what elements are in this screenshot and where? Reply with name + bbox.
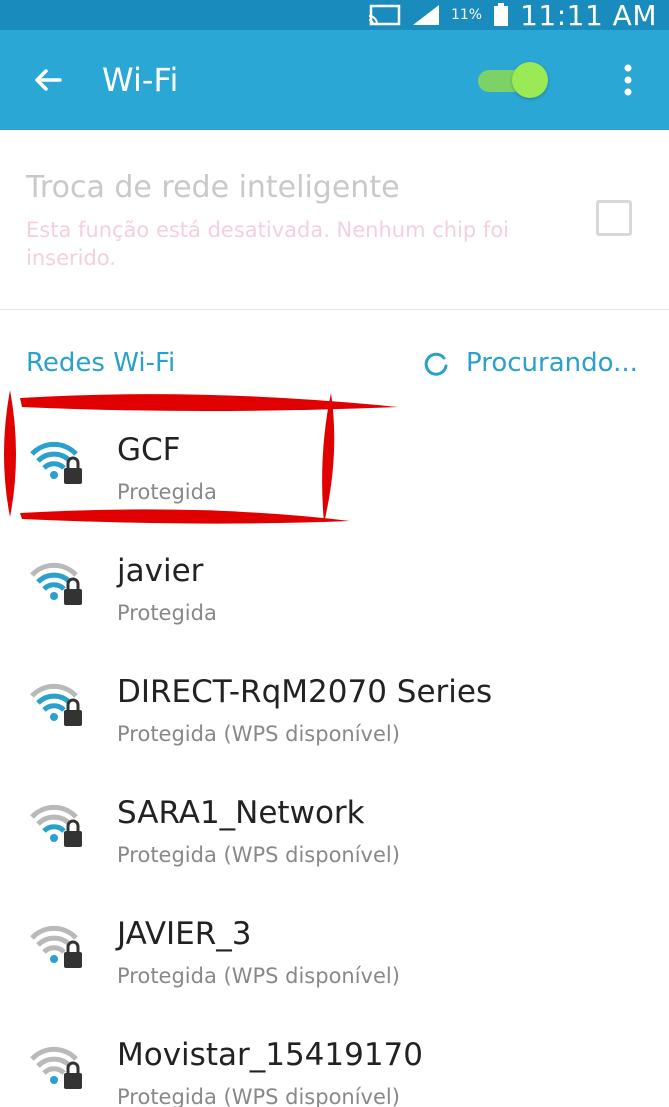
wifi-locked-icon — [30, 804, 82, 847]
toggle-knob — [512, 62, 548, 98]
network-security: Protegida (WPS disponível) — [117, 843, 400, 867]
wifi-locked-icon — [30, 1046, 82, 1089]
smart-switch-description: Esta função está desativada. Nenhum chip… — [26, 218, 510, 270]
network-row[interactable]: javier Protegida — [0, 511, 669, 633]
wifi-locked-icon — [30, 925, 82, 968]
page-title: Wi-Fi — [102, 61, 179, 99]
network-security: Protegida (WPS disponível) — [117, 722, 400, 746]
network-row[interactable]: SARA1_Network Protegida (WPS disponível) — [0, 753, 669, 875]
clock: 11:11 AM — [520, 0, 657, 32]
network-name: DIRECT-RqM2070 Series — [117, 674, 493, 710]
app-bar: Wi-Fi — [0, 30, 669, 130]
battery-icon — [494, 3, 509, 26]
network-security: Protegida — [117, 480, 217, 504]
network-security: Protegida — [117, 601, 217, 625]
wifi-toggle[interactable] — [478, 62, 550, 98]
network-name: javier — [117, 553, 204, 589]
network-row[interactable]: GCF Protegida — [0, 390, 669, 512]
signal-strength-icon — [412, 5, 439, 25]
smart-switch-label: Troca de rede inteligente — [26, 170, 400, 205]
network-row[interactable]: JAVIER_3 Protegida (WPS disponível) — [0, 874, 669, 996]
section-label: Redes Wi-Fi — [26, 348, 176, 378]
more-options-icon[interactable] — [614, 58, 642, 102]
network-row[interactable]: Movistar_15419170 Protegida (WPS disponí… — [0, 995, 669, 1107]
loading-spinner-icon — [424, 352, 448, 376]
wifi-networks-header: Redes Wi-Fi Procurando... — [0, 340, 669, 390]
network-name: GCF — [117, 432, 181, 468]
network-security: Protegida (WPS disponível) — [117, 1085, 400, 1107]
smart-network-switch: Troca de rede inteligente Esta função es… — [0, 130, 669, 310]
status-bar: 11% 11:11 AM — [0, 0, 669, 32]
network-row[interactable]: DIRECT-RqM2070 Series Protegida (WPS dis… — [0, 632, 669, 754]
wifi-locked-icon — [30, 562, 82, 605]
wifi-locked-icon — [30, 441, 82, 484]
scanning-status: Procurando... — [466, 348, 638, 378]
status-icons: 11% 11:11 AM — [367, 0, 657, 32]
network-name: Movistar_15419170 — [117, 1037, 424, 1073]
smart-switch-checkbox[interactable] — [596, 200, 632, 236]
back-arrow-icon[interactable] — [30, 62, 66, 98]
network-name: JAVIER_3 — [117, 916, 252, 952]
wifi-locked-icon — [30, 683, 82, 726]
network-name: SARA1_Network — [117, 795, 365, 831]
battery-percent: 11% — [450, 7, 483, 23]
screen-cast-icon — [368, 4, 401, 26]
network-security: Protegida (WPS disponível) — [117, 964, 400, 988]
